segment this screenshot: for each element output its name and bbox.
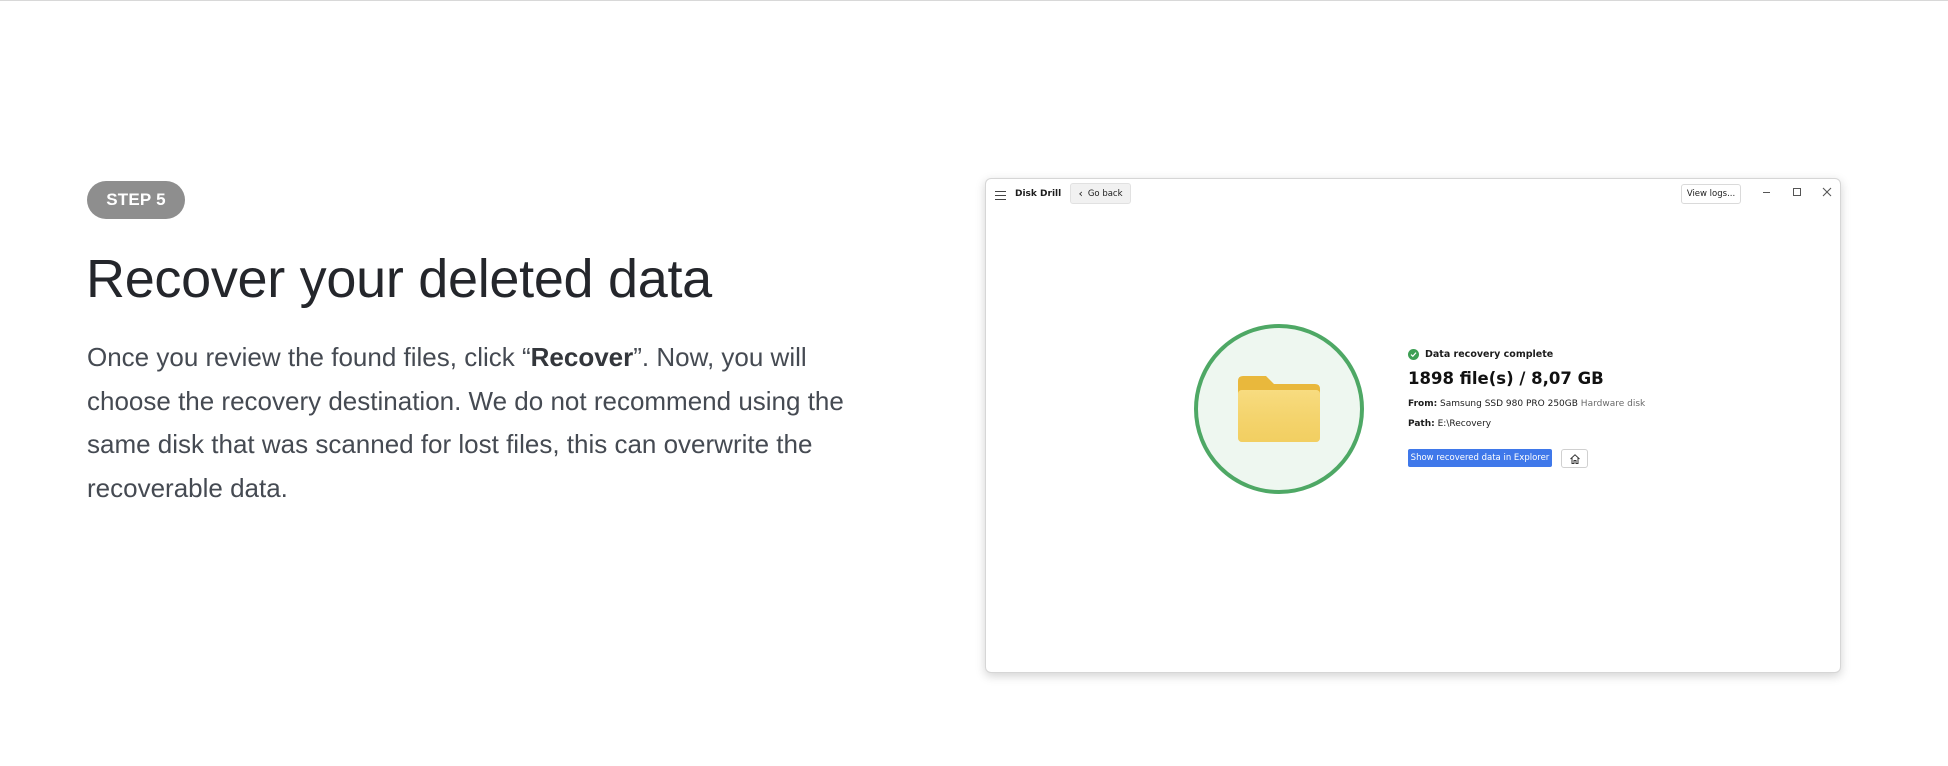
maximize-icon[interactable] bbox=[1789, 184, 1805, 200]
hamburger-menu-icon[interactable] bbox=[995, 191, 1006, 200]
go-back-label: Go back bbox=[1087, 188, 1123, 199]
step-description: Once you review the found files, click “… bbox=[87, 336, 887, 510]
step-badge: STEP 5 bbox=[87, 181, 185, 219]
source-disk-name: Samsung SSD 980 PRO 250GB bbox=[1440, 399, 1578, 409]
path-label: Path: bbox=[1408, 419, 1435, 429]
description-recover-keyword: Recover bbox=[530, 342, 634, 372]
description-text-before: Once you review the found files, click “ bbox=[87, 342, 531, 372]
recovery-status-circle bbox=[1194, 324, 1364, 494]
destination-path: E:\Recovery bbox=[1437, 419, 1492, 429]
top-divider bbox=[0, 0, 1948, 1]
recovery-status: Data recovery complete bbox=[1408, 349, 1553, 360]
source-disk-row: From: Samsung SSD 980 PRO 250GB Hardware… bbox=[1408, 399, 1645, 409]
chevron-left-icon: ‹ bbox=[1078, 187, 1083, 200]
go-back-button[interactable]: ‹ Go back bbox=[1070, 183, 1131, 204]
recovered-files-summary: 1898 file(s) / 8,07 GB bbox=[1408, 369, 1604, 388]
source-disk-type: Hardware disk bbox=[1580, 399, 1646, 409]
page-title: Recover your deleted data bbox=[86, 249, 712, 309]
show-in-explorer-button[interactable]: Show recovered data in Explorer bbox=[1408, 449, 1552, 467]
home-button[interactable] bbox=[1561, 449, 1588, 468]
home-icon bbox=[1569, 453, 1580, 464]
disk-drill-app-window: Disk Drill ‹ Go back View logs... Data r… bbox=[985, 178, 1841, 673]
minimize-icon[interactable] bbox=[1759, 184, 1775, 200]
app-title: Disk Drill bbox=[1015, 189, 1062, 199]
destination-path-row: Path: E:\Recovery bbox=[1408, 419, 1491, 429]
folder-icon bbox=[1238, 376, 1320, 442]
status-text: Data recovery complete bbox=[1425, 349, 1554, 360]
from-label: From: bbox=[1408, 399, 1438, 409]
close-icon[interactable] bbox=[1819, 184, 1835, 200]
check-circle-icon bbox=[1408, 349, 1419, 360]
view-logs-button[interactable]: View logs... bbox=[1681, 184, 1741, 204]
